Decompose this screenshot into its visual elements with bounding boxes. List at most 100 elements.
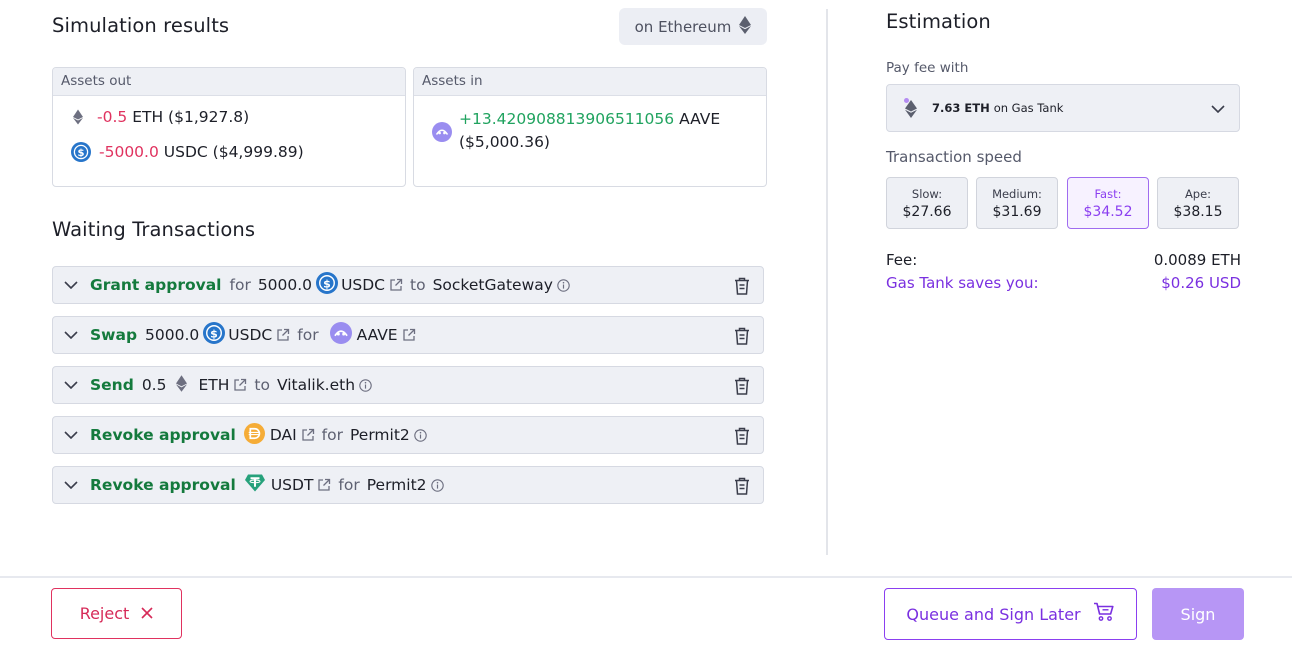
fee-value: 0.0089 ETH bbox=[1153, 251, 1241, 269]
eth-icon bbox=[176, 374, 188, 396]
chevron-down-icon[interactable] bbox=[64, 431, 80, 439]
asset-usd: ($1,927.8) bbox=[168, 108, 250, 126]
transaction-row[interactable]: Revoke approval USDT for Permit2 bbox=[52, 466, 764, 504]
asset-usd: ($4,999.89) bbox=[212, 143, 304, 161]
chevron-down-icon[interactable] bbox=[64, 331, 80, 339]
speed-label-text: Fast: bbox=[1094, 186, 1122, 201]
external-link-icon[interactable] bbox=[233, 378, 247, 392]
speed-medium-button[interactable]: Medium: $31.69 bbox=[976, 177, 1058, 229]
usdc-icon: $ bbox=[316, 272, 339, 298]
usdc-icon: $ bbox=[71, 142, 91, 162]
transaction-row[interactable]: Swap 5000.0 $ USDC for AAVE bbox=[52, 316, 764, 354]
chevron-down-icon[interactable] bbox=[64, 281, 80, 289]
aave-icon bbox=[329, 322, 352, 348]
tx-amount: 5000.0 bbox=[145, 326, 200, 344]
queue-sign-later-button[interactable]: Queue and Sign Later bbox=[884, 588, 1137, 640]
tx-amount: 5000.0 bbox=[257, 276, 313, 294]
tx-action: Revoke approval bbox=[90, 426, 236, 444]
simulation-title: Simulation results bbox=[52, 14, 230, 37]
speed-label-text: Ape: bbox=[1184, 186, 1212, 201]
tx-target: Vitalik.eth bbox=[276, 376, 356, 394]
speed-value: $31.69 bbox=[992, 203, 1042, 220]
dai-icon bbox=[243, 422, 265, 448]
tx-word: for bbox=[297, 326, 319, 344]
tx-token-symbol: USDT bbox=[270, 476, 314, 494]
trash-icon[interactable] bbox=[733, 376, 751, 400]
tx-token: $ USDC bbox=[203, 322, 272, 348]
transaction-row[interactable]: Revoke approval DAI for Permit2 bbox=[52, 416, 764, 454]
eth-icon bbox=[73, 109, 83, 125]
trash-icon[interactable] bbox=[733, 476, 751, 500]
tx-token: ETH bbox=[176, 374, 229, 396]
transaction-row[interactable]: Send 0.5 ETH to Vitalik.eth bbox=[52, 366, 764, 404]
svg-text:$: $ bbox=[78, 148, 85, 159]
tx-action: Grant approval bbox=[90, 276, 222, 294]
asset-symbol: ETH bbox=[132, 108, 164, 126]
savings-row: Gas Tank saves you: $0.26 USD bbox=[886, 274, 1241, 292]
queue-label: Queue and Sign Later bbox=[906, 604, 1081, 624]
tx-token-symbol: USDC bbox=[228, 326, 273, 344]
transaction-row[interactable]: Grant approval for 5000.0 $ USDC to Sock… bbox=[52, 266, 764, 304]
assets-out-label: Assets out bbox=[53, 68, 405, 96]
tx-word: for bbox=[321, 426, 343, 444]
aave-icon bbox=[432, 122, 452, 146]
tx-token: $ USDC bbox=[316, 272, 385, 298]
savings-label: Gas Tank saves you: bbox=[886, 274, 1039, 292]
tx-target: SocketGateway bbox=[432, 276, 553, 294]
speed-fast-button[interactable]: Fast: $34.52 bbox=[1067, 177, 1149, 229]
info-icon[interactable] bbox=[414, 428, 427, 442]
estimation-title: Estimation bbox=[886, 10, 991, 33]
fee-label: Fee: bbox=[886, 251, 918, 269]
chevron-down-icon[interactable] bbox=[64, 481, 80, 489]
chevron-down-icon[interactable] bbox=[1211, 102, 1225, 116]
external-link-icon[interactable] bbox=[276, 328, 290, 342]
savings-value: $0.26 USD bbox=[1161, 274, 1241, 292]
external-link-icon[interactable] bbox=[301, 428, 315, 442]
asset-in-row: +13.420908813906511056 AAVE ($5,000.36) bbox=[459, 108, 749, 154]
fee-token-select[interactable]: 7.63 ETH on Gas Tank bbox=[886, 84, 1240, 132]
tx-token: AAVE bbox=[329, 322, 398, 348]
eth-icon bbox=[904, 98, 918, 118]
speed-label-text: Medium: bbox=[992, 186, 1042, 201]
asset-symbol: USDC bbox=[163, 143, 208, 161]
network-badge: on Ethereum bbox=[619, 8, 767, 45]
tx-word: to bbox=[254, 376, 270, 394]
reject-button[interactable]: Reject bbox=[51, 588, 182, 639]
assets-in-label: Assets in bbox=[414, 68, 766, 96]
info-icon[interactable] bbox=[359, 378, 372, 392]
asset-out-row: $ -5000.0 USDC ($4,999.89) bbox=[71, 142, 304, 162]
asset-usd: ($5,000.36) bbox=[459, 133, 550, 151]
external-link-icon[interactable] bbox=[402, 328, 416, 342]
close-icon bbox=[141, 604, 153, 623]
assets-out-box: Assets out -0.5 ETH ($1,927.8) $ -5000.0… bbox=[52, 67, 406, 187]
tx-token-symbol: AAVE bbox=[356, 326, 398, 344]
sign-label: Sign bbox=[1180, 604, 1216, 624]
info-icon[interactable] bbox=[430, 478, 444, 492]
sign-button[interactable]: Sign bbox=[1152, 588, 1244, 640]
eth-icon bbox=[739, 15, 752, 38]
trash-icon[interactable] bbox=[733, 426, 751, 450]
speed-value: $34.52 bbox=[1083, 203, 1133, 220]
tx-token: DAI bbox=[243, 422, 297, 448]
tx-action: Send bbox=[90, 376, 134, 394]
speed-label-text: Slow: bbox=[911, 186, 943, 201]
panel-divider bbox=[826, 9, 828, 555]
svg-text:$: $ bbox=[323, 277, 331, 290]
info-icon[interactable] bbox=[557, 278, 570, 292]
trash-icon[interactable] bbox=[733, 276, 751, 300]
speed-ape-button[interactable]: Ape: $38.15 bbox=[1157, 177, 1239, 229]
pay-fee-label: Pay fee with bbox=[886, 60, 969, 76]
asset-amount: +13.420908813906511056 bbox=[459, 110, 675, 128]
pay-amount: 7.63 ETH bbox=[932, 101, 990, 115]
trash-icon[interactable] bbox=[733, 326, 751, 350]
tx-amount: 0.5 bbox=[141, 376, 167, 394]
cart-icon bbox=[1093, 602, 1115, 626]
chevron-down-icon[interactable] bbox=[64, 381, 80, 389]
footer-divider bbox=[0, 576, 1292, 578]
usdt-icon bbox=[244, 473, 266, 497]
external-link-icon[interactable] bbox=[389, 278, 403, 292]
speed-slow-button[interactable]: Slow: $27.66 bbox=[886, 177, 968, 229]
speed-value: $27.66 bbox=[902, 203, 952, 220]
external-link-icon[interactable] bbox=[317, 478, 331, 492]
asset-amount: -0.5 bbox=[97, 108, 128, 126]
